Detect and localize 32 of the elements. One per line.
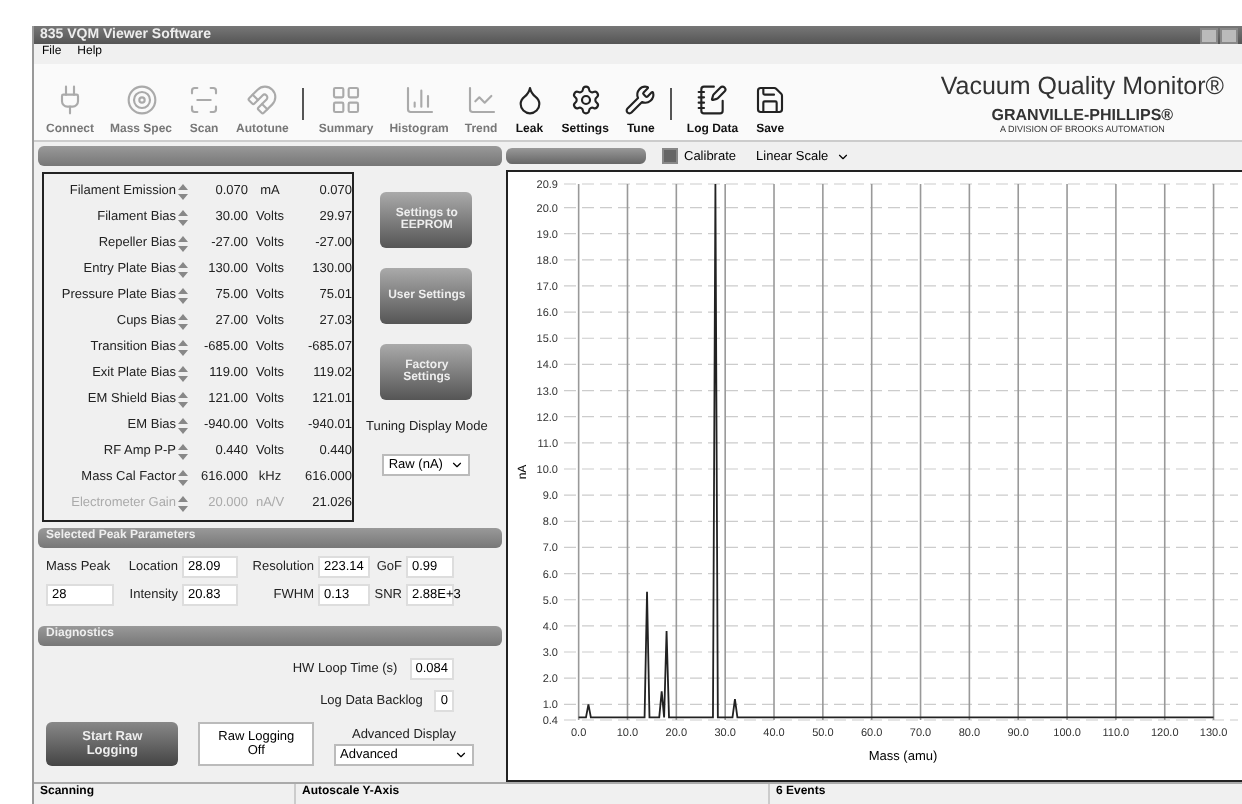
spinner-arrows-icon[interactable] — [177, 365, 187, 381]
caret-icon — [450, 458, 465, 472]
notebook-icon — [696, 84, 729, 116]
caret-icon — [454, 748, 468, 762]
product-name: Vacuum Quality Monitor® — [940, 72, 1224, 100]
spinner-arrows-icon[interactable] — [177, 443, 187, 459]
spinner-arrows-icon[interactable] — [177, 495, 187, 511]
caret-icon — [836, 149, 851, 163]
spinner-arrows-icon[interactable] — [177, 235, 187, 251]
spinner-arrows-icon[interactable] — [177, 183, 187, 199]
spinner-arrows-icon[interactable] — [177, 261, 187, 277]
scan-icon — [188, 84, 221, 116]
bar-chart-icon — [403, 84, 436, 116]
line-chart-icon — [465, 84, 498, 116]
spinner-arrows-icon[interactable] — [177, 313, 187, 329]
target-icon — [125, 84, 158, 116]
spinner-arrows-icon[interactable] — [177, 209, 187, 225]
close-button[interactable] — [1220, 27, 1238, 43]
wrench-icon — [624, 84, 657, 116]
settings-icon — [569, 84, 602, 116]
spinner-arrows-icon[interactable] — [177, 287, 187, 303]
grid-icon — [330, 84, 363, 116]
spinner-arrows-icon[interactable] — [177, 339, 187, 355]
panel-header — [506, 148, 646, 164]
magnet-icon — [246, 84, 279, 116]
save-icon — [754, 84, 787, 116]
checkbox[interactable] — [662, 148, 678, 164]
spinner-arrows-icon[interactable] — [177, 417, 187, 433]
spinner-arrows-icon[interactable] — [177, 469, 187, 485]
spinner-arrows-icon[interactable] — [177, 391, 187, 407]
minimize-button[interactable] — [1200, 27, 1218, 43]
brand-name: GRANVILLE-PHILLIPS® — [991, 106, 1174, 124]
